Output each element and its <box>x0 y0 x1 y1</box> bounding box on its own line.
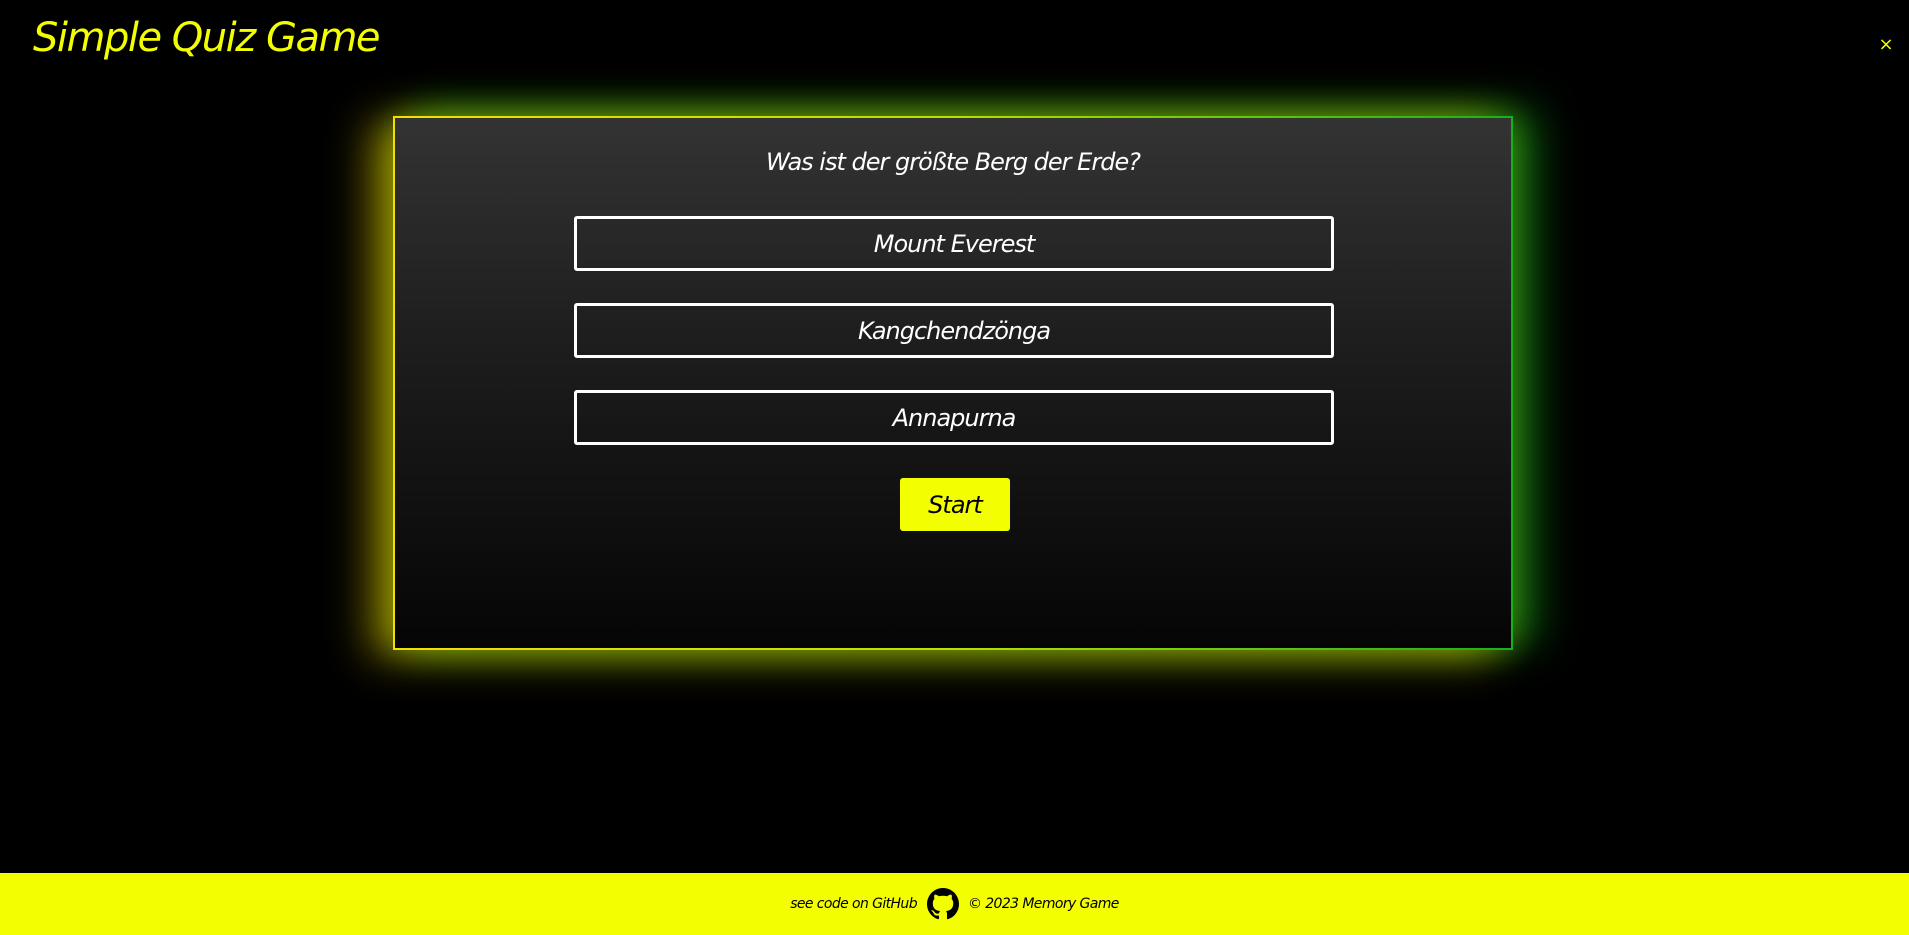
start-button-label: Start <box>928 490 983 519</box>
footer: see code on GitHub © 2023 Memory Game <box>0 873 1909 935</box>
quiz-card-border: Was ist der größte Berg der Erde? Mount … <box>393 116 1513 650</box>
answer-option-1[interactable]: Mount Everest <box>574 216 1334 271</box>
answer-option-label: Kangchendzönga <box>857 316 1051 345</box>
github-link[interactable]: see code on GitHub <box>790 896 917 912</box>
close-icon[interactable]: × <box>1877 36 1895 54</box>
app-title: Simple Quiz Game <box>33 15 381 61</box>
answer-option-label: Mount Everest <box>873 229 1036 258</box>
app-root: Simple Quiz Game × Was ist der größte Be… <box>0 0 1909 935</box>
github-icon[interactable] <box>927 888 959 920</box>
answer-option-2[interactable]: Kangchendzönga <box>574 303 1334 358</box>
answer-option-3[interactable]: Annapurna <box>574 390 1334 445</box>
copyright-text: © 2023 Memory Game <box>968 896 1119 912</box>
quiz-card: Was ist der größte Berg der Erde? Mount … <box>395 118 1511 648</box>
question-text: Was ist der größte Berg der Erde? <box>766 148 1141 176</box>
answer-option-label: Annapurna <box>892 403 1017 432</box>
start-button[interactable]: Start <box>900 478 1010 531</box>
